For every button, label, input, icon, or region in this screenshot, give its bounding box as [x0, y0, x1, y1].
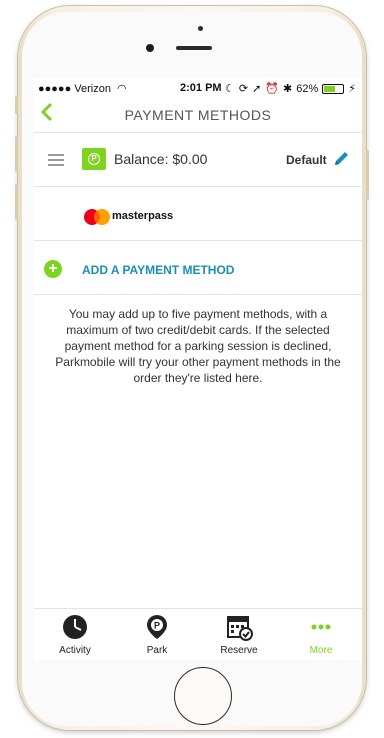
tab-park[interactable]: P Park: [116, 609, 198, 660]
add-payment-method-label: ADD A PAYMENT METHOD: [82, 263, 235, 277]
front-camera: [146, 44, 154, 52]
add-payment-method-button[interactable]: + ADD A PAYMENT METHOD: [34, 242, 362, 295]
status-bar: ●●●●● Verizon ◠ 2:01 PM ☾ ⟳ ➚ ⏰ ✱ 62% ⚡: [34, 78, 362, 98]
calendar-check-icon: [227, 616, 253, 641]
lock-rotation-icon: ⟳: [238, 83, 249, 95]
edit-pencil-icon[interactable]: [332, 150, 350, 173]
parking-pin-icon: P: [147, 615, 167, 639]
payment-method-row-balance[interactable]: P Balance: $0.00 Default: [34, 134, 362, 187]
balance-label: Balance: $0.00: [114, 151, 208, 167]
svg-text:P: P: [154, 621, 160, 631]
home-button[interactable]: [174, 667, 232, 725]
moon-icon: ☾: [225, 83, 235, 95]
clock-time: 2:01 PM: [180, 82, 222, 94]
plus-circle-icon: +: [44, 260, 62, 278]
bluetooth-icon: ✱: [283, 83, 293, 95]
app-screen: ●●●●● Verizon ◠ 2:01 PM ☾ ⟳ ➚ ⏰ ✱ 62% ⚡ …: [34, 78, 362, 660]
default-label: Default: [286, 153, 327, 167]
tab-park-label: Park: [146, 645, 168, 656]
parkmobile-wallet-icon: P: [82, 148, 106, 170]
tab-activity[interactable]: Activity: [34, 609, 116, 660]
carrier-label: ●●●●● Verizon ◠: [38, 82, 127, 95]
phone-side-button: [15, 96, 18, 114]
payment-info-text: You may add up to five payment methods, …: [55, 307, 341, 385]
page-title: PAYMENT METHODS: [124, 107, 272, 123]
tab-reserve-label: Reserve: [220, 645, 258, 656]
earpiece-speaker: [176, 46, 212, 50]
alarm-icon: ⏰: [265, 83, 280, 95]
masterpass-logo-icon: [84, 209, 110, 225]
payment-method-row-masterpass[interactable]: masterpass: [34, 188, 362, 241]
reorder-handle-icon[interactable]: [48, 154, 64, 169]
location-icon: ➚: [252, 83, 262, 95]
battery-fill: [324, 85, 336, 92]
proximity-sensor: [198, 26, 203, 31]
tab-bar: Activity P Park Reserve More: [34, 608, 362, 660]
status-icons: ☾ ⟳ ➚ ⏰ ✱ 62% ⚡: [225, 82, 356, 96]
battery-percent: 62%: [296, 82, 319, 95]
clock-icon: [63, 615, 87, 639]
more-dots-icon: [311, 624, 331, 630]
tab-reserve[interactable]: Reserve: [198, 609, 280, 660]
wifi-icon: ◠: [117, 83, 127, 95]
masterpass-label: masterpass: [112, 210, 174, 222]
carrier-text: ●●●●● Verizon: [38, 83, 111, 95]
battery-icon: [322, 83, 345, 94]
phone-volume-up: [15, 136, 18, 172]
phone-power-button: [366, 150, 369, 200]
nav-bar: PAYMENT METHODS: [34, 98, 362, 133]
tab-activity-label: Activity: [59, 645, 91, 656]
tab-more-label: More: [309, 645, 333, 656]
charging-icon: ⚡: [348, 83, 356, 95]
tab-more[interactable]: More: [280, 609, 362, 660]
phone-volume-down: [15, 184, 18, 220]
